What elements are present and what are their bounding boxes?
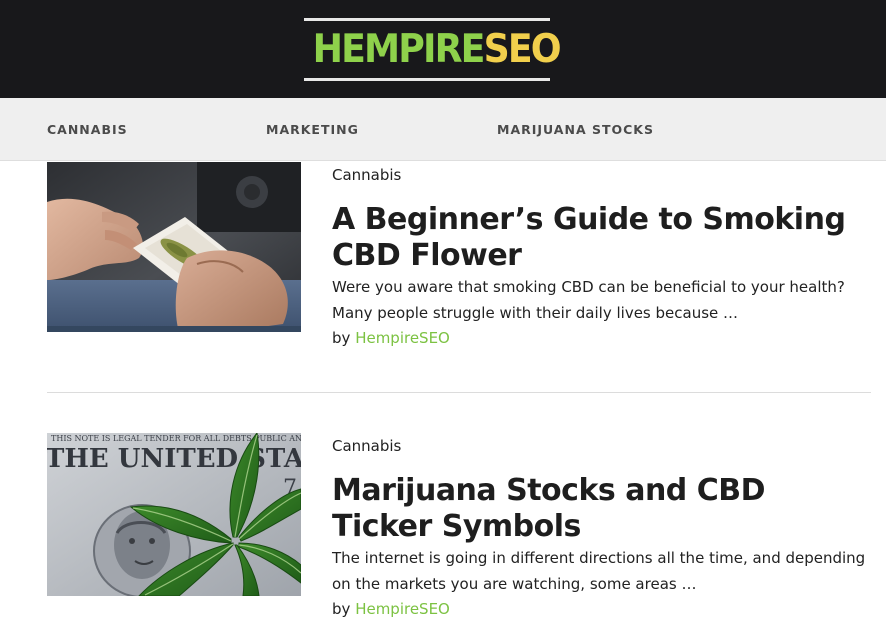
bill-small-text: THIS NOTE IS LEGAL TENDER FOR ALL DEBTS … xyxy=(51,434,301,443)
post-thumbnail[interactable]: THIS NOTE IS LEGAL TENDER FOR ALL DEBTS … xyxy=(47,433,301,596)
dollar-cannabis-leaf-image: THIS NOTE IS LEGAL TENDER FOR ALL DEBTS … xyxy=(47,433,301,596)
nav-item-cannabis[interactable]: CANNABIS xyxy=(47,122,128,137)
by-label: by xyxy=(332,329,351,347)
logo-text-seo: SEO xyxy=(483,27,562,72)
site-logo[interactable]: HEMPIRESEO xyxy=(304,18,562,82)
post-title[interactable]: Marijuana Stocks and CBD Ticker Symbols xyxy=(332,473,872,545)
logo-wordmark: HEMPIRESEO xyxy=(312,26,562,74)
nav-item-marketing[interactable]: MARKETING xyxy=(266,122,359,137)
joint-rolling-image xyxy=(47,162,301,332)
post-divider xyxy=(47,392,871,393)
author-link[interactable]: HempireSEO xyxy=(355,329,450,347)
post-title[interactable]: A Beginner’s Guide to Smoking CBD Flower xyxy=(332,202,872,274)
main-nav: CANNABIS MARKETING MARIJUANA STOCKS xyxy=(0,98,886,161)
logo-text-hempire: HEMPIRE xyxy=(312,27,486,72)
post-category[interactable]: Cannabis xyxy=(332,166,401,184)
logo-top-bar xyxy=(304,18,550,21)
post-byline: by HempireSEO xyxy=(332,600,450,618)
post-category[interactable]: Cannabis xyxy=(332,437,401,455)
post-thumbnail[interactable] xyxy=(47,162,301,332)
author-link[interactable]: HempireSEO xyxy=(355,600,450,618)
post-excerpt: The internet is going in different direc… xyxy=(332,549,866,593)
nav-item-marijuana-stocks[interactable]: MARIJUANA STOCKS xyxy=(497,122,654,137)
post-excerpt: Were you aware that smoking CBD can be b… xyxy=(332,278,845,322)
site-header: HEMPIRESEO xyxy=(0,0,886,98)
bill-banner-text: THE UNITED STATES OF AMERICA xyxy=(47,444,301,474)
by-label: by xyxy=(332,600,351,618)
logo-bottom-bar xyxy=(304,78,550,81)
post-byline: by HempireSEO xyxy=(332,329,450,347)
